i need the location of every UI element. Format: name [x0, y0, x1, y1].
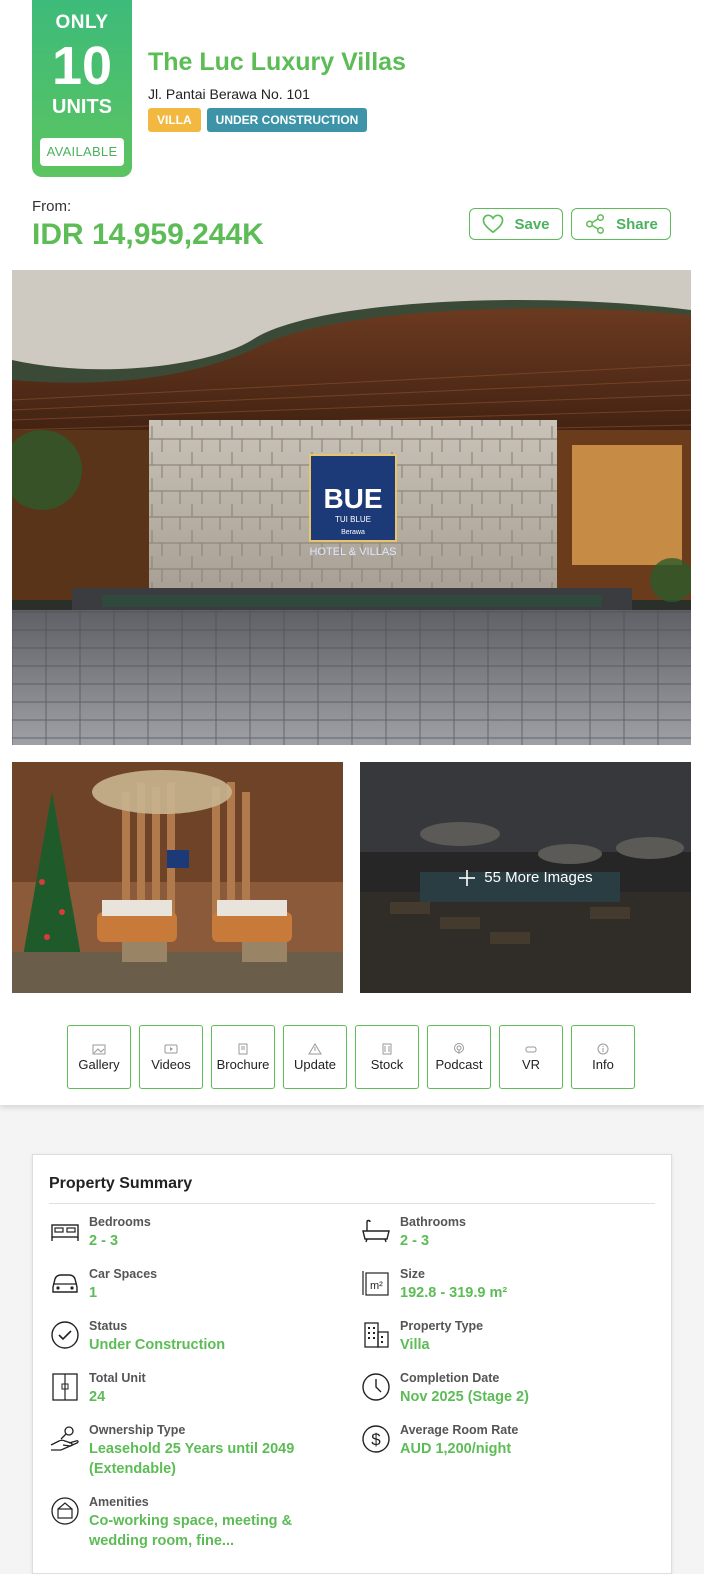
tab-info[interactable]: Info: [571, 1025, 635, 1089]
tab-brochure[interactable]: Brochure: [211, 1025, 275, 1089]
units-available-badge: ONLY 10 UNITS AVAILABLE: [32, 0, 132, 177]
summary-value: 24: [89, 1389, 106, 1405]
summary-value: 192.8 - 319.9 m²: [400, 1285, 508, 1301]
badge-available: AVAILABLE: [40, 138, 124, 166]
summary-key: Amenities: [89, 1495, 149, 1509]
summary-key: Property Type: [400, 1319, 484, 1333]
update-icon: [308, 1042, 322, 1054]
tag-villa: VILLA: [148, 108, 201, 132]
summary-value: Villa: [400, 1337, 430, 1353]
dollar-icon: $: [362, 1425, 390, 1453]
tab-label: Update: [294, 1056, 336, 1072]
share-label: Share: [616, 215, 658, 233]
summary-value: Leasehold 25 Years until 2049 (Extendabl…: [89, 1441, 295, 1477]
info-icon: [597, 1043, 609, 1054]
property-title: The Luc Luxury Villas: [148, 48, 406, 76]
summary-key: Size: [400, 1267, 426, 1281]
tab-label: Gallery: [78, 1056, 120, 1072]
clock-icon: [362, 1373, 390, 1401]
summary-value: 2 - 3: [400, 1233, 430, 1249]
badge-units: UNITS: [52, 96, 112, 118]
summary-heading: Property Summary: [49, 1175, 193, 1192]
building-icon: [364, 1322, 389, 1348]
summary-value: Nov 2025 (Stage 2): [400, 1389, 529, 1405]
tab-stock[interactable]: Stock: [355, 1025, 419, 1089]
hero-sign-sub: Berawa: [341, 529, 365, 536]
tab-label: VR: [521, 1056, 541, 1072]
hero-illustration: BUE TUI BLUE Berawa HOTEL & VILLAS: [12, 270, 691, 745]
hero-sign-top: TUI BLUE: [335, 515, 371, 524]
share-button[interactable]: Share: [571, 208, 671, 240]
badge-count: 10: [51, 36, 113, 96]
media-tabs: Gallery Videos Brochure Update Stock Pod…: [67, 1025, 635, 1089]
tab-label: Videos: [151, 1056, 191, 1072]
svg-text:m²: m²: [370, 1280, 383, 1292]
area-icon: m²: [362, 1271, 389, 1296]
plus-icon: [459, 869, 476, 886]
save-label: Save: [514, 215, 550, 233]
summary-key: Total Unit: [89, 1371, 146, 1385]
door-icon: [52, 1373, 78, 1401]
hero-sign-line: HOTEL & VILLAS: [309, 546, 396, 558]
share-icon: [586, 214, 605, 234]
svg-text:BUE: BUE: [323, 483, 382, 514]
hero-image[interactable]: BUE TUI BLUE Berawa HOTEL & VILLAS: [12, 270, 691, 745]
summary-value: 2 - 3: [89, 1233, 119, 1249]
tab-gallery[interactable]: Gallery: [67, 1025, 131, 1089]
tab-label: Podcast: [435, 1056, 483, 1072]
summary-value: Under Construction: [89, 1337, 226, 1353]
tag-under-construction: UNDER CONSTRUCTION: [206, 108, 368, 132]
gallery-thumbnail-lobby[interactable]: [12, 762, 343, 993]
check-circle-icon: [51, 1321, 79, 1349]
podcast-icon: [454, 1042, 464, 1054]
tab-videos[interactable]: Videos: [139, 1025, 203, 1089]
summary-key: Car Spaces: [89, 1267, 158, 1281]
svg-text:$: $: [371, 1430, 381, 1449]
gallery-icon: [92, 1044, 106, 1054]
tab-podcast[interactable]: Podcast: [427, 1025, 491, 1089]
property-address: Jl. Pantai Berawa No. 101: [148, 86, 310, 102]
hand-key-icon: [50, 1426, 79, 1451]
tab-label: Brochure: [216, 1056, 270, 1072]
summary-value: 1: [89, 1285, 98, 1301]
summary-key: Bedrooms: [89, 1215, 151, 1229]
car-icon: [52, 1274, 78, 1293]
save-button[interactable]: Save: [469, 208, 563, 240]
video-icon: [164, 1044, 178, 1053]
price-value: IDR 14,959,244K: [32, 218, 264, 251]
brochure-icon: [238, 1043, 248, 1054]
property-tags: VILLA UNDER CONSTRUCTION: [148, 108, 368, 132]
summary-divider: [49, 1203, 655, 1204]
vr-icon: [525, 1046, 537, 1052]
summary-key: Ownership Type: [89, 1423, 186, 1437]
lobby-illustration: [12, 762, 343, 993]
stock-icon: [382, 1043, 392, 1054]
heart-icon: [483, 214, 504, 234]
amenities-icon: [51, 1497, 79, 1525]
summary-key: Completion Date: [400, 1371, 500, 1385]
tab-label: Info: [592, 1056, 614, 1072]
tab-update[interactable]: Update: [283, 1025, 347, 1089]
summary-value: Co-working space, meeting & wedding room…: [89, 1513, 293, 1549]
summary-value: AUD 1,200/night: [400, 1441, 512, 1457]
bathtub-icon: [362, 1219, 390, 1243]
property-summary-card: Property Summary Bedrooms 2 - 3 Bathroom…: [32, 1154, 672, 1574]
tab-vr[interactable]: VR: [499, 1025, 563, 1089]
tab-label: Stock: [370, 1056, 404, 1072]
more-images-label: 55 More Images: [484, 869, 593, 886]
summary-key: Bathrooms: [400, 1215, 466, 1229]
summary-key: Status: [89, 1319, 128, 1333]
more-images-overlay[interactable]: 55 More Images: [360, 762, 691, 993]
bed-icon: [51, 1224, 79, 1241]
gallery-thumbnail-more[interactable]: 55 More Images: [360, 762, 691, 993]
price-from-label: From:: [32, 198, 72, 215]
listing-header-card: ONLY 10 UNITS AVAILABLE The Luc Luxury V…: [0, 0, 704, 1105]
badge-only: ONLY: [55, 12, 109, 33]
summary-key: Average Room Rate: [400, 1423, 519, 1437]
